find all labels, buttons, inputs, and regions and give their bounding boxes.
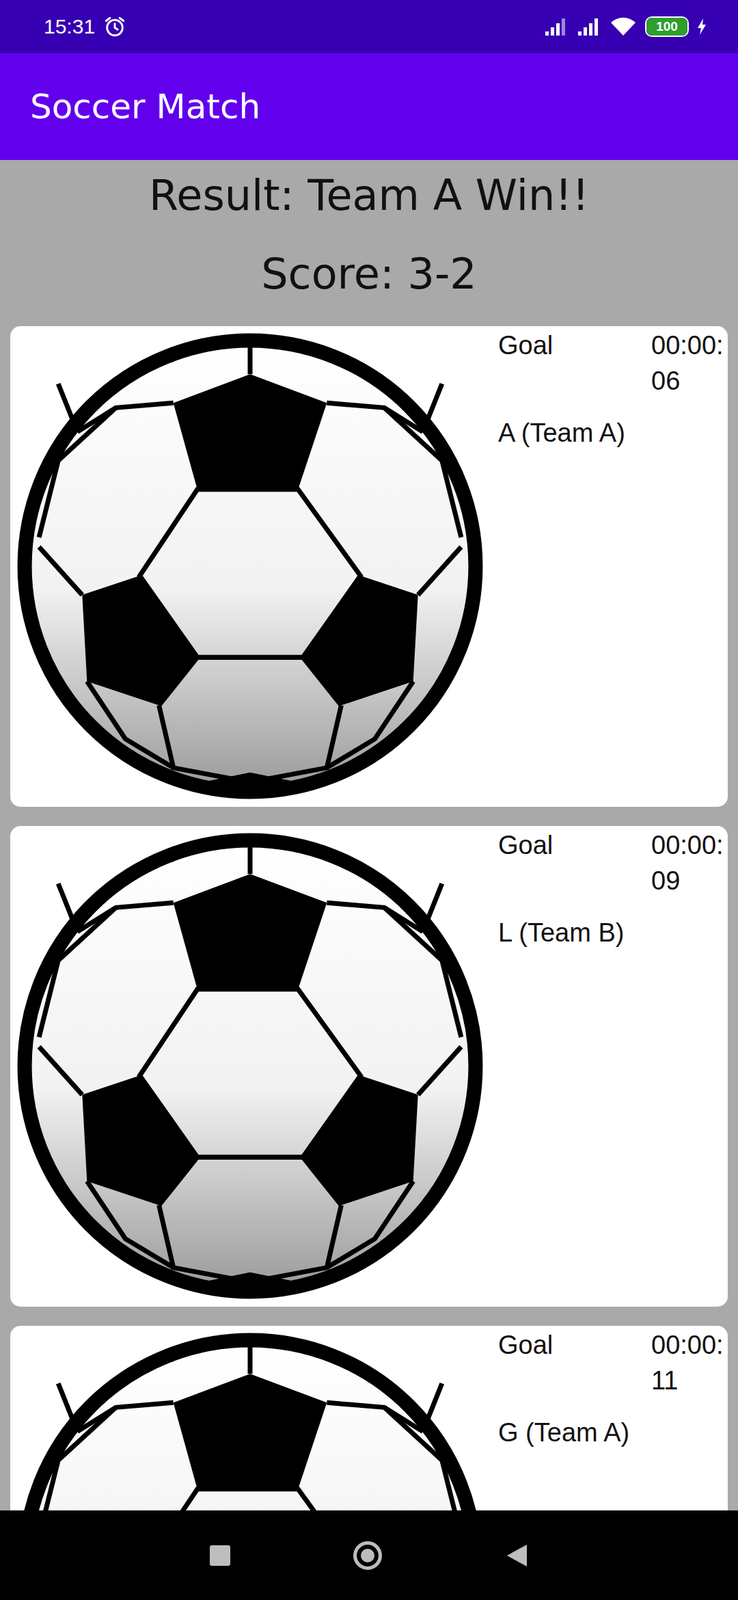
- soccer-ball-icon: [10, 1324, 490, 1510]
- event-info: Goal00:00:09 L (Team B): [489, 825, 728, 1306]
- event-card[interactable]: Goal00:00:09 L (Team B): [10, 825, 728, 1306]
- event-info: Goal00:00:11 G (Team A): [489, 1324, 728, 1510]
- event-info: Goal00:00:06 A (Team A): [489, 325, 728, 807]
- app-title: Soccer Match: [30, 86, 261, 127]
- event-player: A (Team A): [498, 414, 726, 451]
- soccer-ball-icon: [10, 325, 490, 806]
- event-time: 00:00:09: [651, 826, 726, 898]
- battery-icon: 100: [645, 16, 689, 37]
- navigation-bar: [0, 1509, 738, 1599]
- event-player: G (Team A): [498, 1413, 726, 1450]
- event-time: 00:00:11: [651, 1326, 726, 1398]
- status-bar: 15:31 100: [0, 0, 738, 54]
- wifi-icon: [609, 16, 637, 37]
- event-player: L (Team B): [498, 914, 726, 950]
- signal-icon: [543, 16, 569, 37]
- app-screen: 15:31 100 Soccer Match Result: Team A Win!!…: [0, 0, 738, 1599]
- home-button-icon[interactable]: [353, 1540, 382, 1569]
- battery-text: 100: [656, 19, 678, 35]
- event-list: Goal00:00:06A (Team A)Goal00:00:09L (Tea…: [0, 301, 738, 1510]
- event-label: Goal: [498, 1326, 652, 1398]
- alarm-icon: [103, 15, 127, 39]
- event-label: Goal: [498, 826, 652, 898]
- event-card[interactable]: Goal00:00:06 A (Team A): [10, 325, 728, 807]
- score-text: Score: 3-2: [0, 246, 738, 303]
- event-label: Goal: [498, 327, 652, 399]
- event-time: 00:00:06: [651, 327, 726, 399]
- match-content: Result: Team A Win!!Score: 3-2Goal00:00:…: [0, 159, 738, 1510]
- app-bar: Soccer Match: [0, 53, 738, 160]
- charging-bolt-icon: [697, 17, 707, 36]
- back-button-icon[interactable]: [504, 1542, 529, 1567]
- signal-icon: [576, 16, 602, 37]
- soccer-ball-icon: [10, 825, 490, 1306]
- recents-button-icon[interactable]: [209, 1544, 231, 1565]
- result-text: Result: Team A Win!!: [0, 159, 738, 224]
- event-card[interactable]: Goal00:00:11 G (Team A): [10, 1324, 728, 1510]
- status-time: 15:31: [43, 15, 95, 39]
